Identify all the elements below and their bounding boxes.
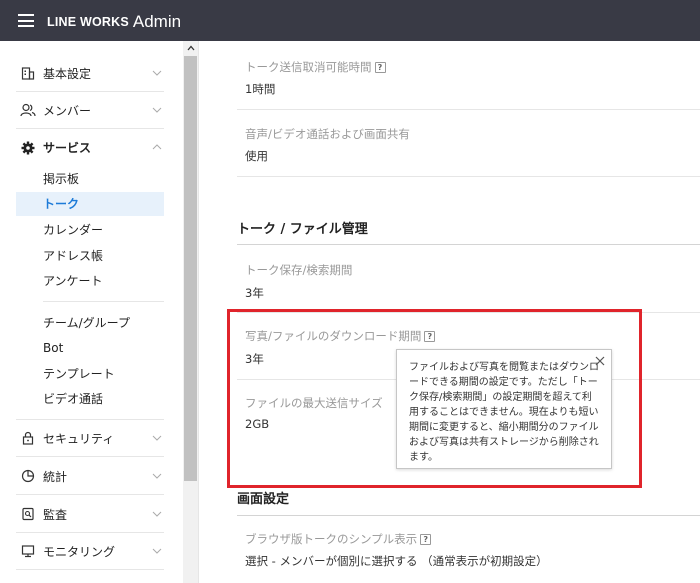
audit-icon xyxy=(20,506,36,522)
close-icon[interactable] xyxy=(595,356,605,366)
field-label-text: ブラウザ版トークのシンプル表示 xyxy=(245,532,418,546)
chevron-down-icon xyxy=(152,107,162,113)
section-divider xyxy=(237,244,700,245)
max-size-value: 2GB xyxy=(245,417,270,431)
chevron-down-icon xyxy=(152,70,162,76)
row-divider xyxy=(237,176,700,177)
sidebar-group-security[interactable]: セキュリティ xyxy=(16,420,164,457)
download-period-label: 写真/ファイルのダウンロード期間? xyxy=(245,328,436,344)
sidebar-divider xyxy=(43,301,164,302)
sidebar: 基本設定 メンバー サービス 掲示板 トーク カレンダー アドレス帳 アンケート… xyxy=(0,41,183,583)
sidebar-group-statistics[interactable]: 統計 xyxy=(16,458,164,495)
sidebar-group-audit[interactable]: 監査 xyxy=(16,496,164,533)
monitor-icon xyxy=(20,543,36,559)
chevron-down-icon xyxy=(152,473,162,479)
chevron-down-icon xyxy=(152,548,162,554)
retention-value: 3年 xyxy=(245,286,264,300)
row-divider xyxy=(237,312,700,313)
sidebar-item-address-book[interactable]: アドレス帳 xyxy=(16,244,164,268)
sidebar-group-services[interactable]: サービス xyxy=(16,129,164,166)
section-title-display: 画面設定 xyxy=(237,492,290,507)
help-icon[interactable]: ? xyxy=(420,533,432,545)
field-label-text: 写真/ファイルのダウンロード期間 xyxy=(245,329,422,343)
brand-subtitle: Admin xyxy=(132,12,182,31)
voice-video-label: 音声/ビデオ通話および画面共有 xyxy=(245,127,410,141)
top-header: LINE WORKS Admin xyxy=(0,0,700,41)
scrollbar-thumb[interactable] xyxy=(184,56,197,481)
scroll-up-arrow-icon[interactable] xyxy=(183,41,198,54)
field-label-text: トーク送信取消可能時間 xyxy=(245,60,372,74)
help-icon[interactable]: ? xyxy=(424,330,436,342)
sidebar-group-label: モニタリング xyxy=(43,544,116,559)
chevron-down-icon xyxy=(152,435,162,441)
sidebar-item-team-group[interactable]: チーム/グループ xyxy=(16,311,164,335)
help-tooltip: ファイルおよび写真を閲覧またはダウンロードできる期間の設定です。ただし「トーク保… xyxy=(396,349,612,469)
chevron-up-icon xyxy=(152,144,162,150)
voice-video-value: 使用 xyxy=(245,149,268,163)
browser-simple-value: 選択 - メンバーが個別に選択する （通常表示が初期設定） xyxy=(245,554,548,568)
sidebar-group-label: セキュリティ xyxy=(43,431,115,446)
sidebar-item-bot[interactable]: Bot xyxy=(16,336,164,360)
sidebar-item-template[interactable]: テンプレート xyxy=(16,362,164,386)
lock-icon xyxy=(20,430,36,446)
sidebar-item-calendar[interactable]: カレンダー xyxy=(16,218,164,242)
sidebar-group-label: サービス xyxy=(43,141,92,155)
sidebar-item-survey[interactable]: アンケート xyxy=(16,269,164,293)
sidebar-item-bulletin[interactable]: 掲示板 xyxy=(16,167,164,191)
talk-cancel-label: トーク送信取消可能時間? xyxy=(245,59,386,75)
hamburger-menu-icon[interactable] xyxy=(18,14,34,27)
main-content: トーク送信取消可能時間? 1時間 音声/ビデオ通話および画面共有 使用 トーク … xyxy=(199,41,700,583)
pie-chart-icon xyxy=(20,468,36,484)
max-size-label: ファイルの最大送信サイズ xyxy=(245,396,383,410)
sidebar-group-label: 監査 xyxy=(43,507,68,522)
download-period-value: 3年 xyxy=(245,352,264,366)
sidebar-scrollbar[interactable] xyxy=(183,41,198,583)
help-icon[interactable]: ? xyxy=(374,61,386,73)
chevron-down-icon xyxy=(152,511,162,517)
section-title-talk-file: トーク / ファイル管理 xyxy=(237,222,368,237)
sidebar-group-members[interactable]: メンバー xyxy=(16,92,164,129)
brand-name: LINE WORKS xyxy=(47,15,129,29)
sidebar-item-talk[interactable]: トーク xyxy=(16,192,164,216)
sidebar-item-video-call[interactable]: ビデオ通話 xyxy=(16,387,164,411)
section-divider xyxy=(237,515,700,516)
sidebar-group-label: 統計 xyxy=(43,469,68,484)
building-icon xyxy=(20,65,36,81)
sidebar-group-monitoring[interactable]: モニタリング xyxy=(16,533,164,570)
retention-label: トーク保存/検索期間 xyxy=(245,263,353,277)
sidebar-group-basic-settings[interactable]: 基本設定 xyxy=(16,55,164,92)
members-icon xyxy=(20,102,36,118)
brand-logo[interactable]: LINE WORKS Admin xyxy=(47,11,181,31)
gear-icon xyxy=(20,140,36,156)
talk-cancel-value: 1時間 xyxy=(245,82,276,96)
row-divider xyxy=(237,109,700,110)
tooltip-text: ファイルおよび写真を閲覧またはダウンロードできる期間の設定です。ただし「トーク保… xyxy=(409,362,599,463)
sidebar-group-label: 基本設定 xyxy=(43,66,92,81)
browser-simple-label: ブラウザ版トークのシンプル表示? xyxy=(245,531,432,547)
sidebar-group-label: メンバー xyxy=(43,103,92,118)
